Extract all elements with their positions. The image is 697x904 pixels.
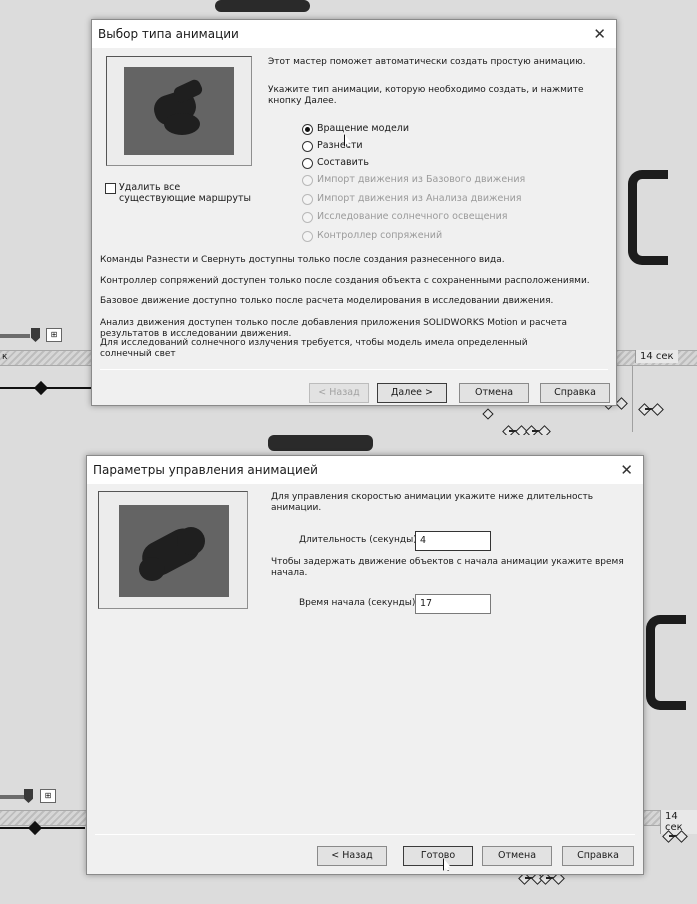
next-button[interactable]: Далее > [377,383,447,403]
timeline-gridline [632,366,633,432]
help-button[interactable]: Справка [540,383,610,403]
radio-rotate-model[interactable]: Вращение модели [302,122,409,136]
note-basic-motion: Базовое движение доступно только после р… [100,296,554,306]
finish-button[interactable]: Готово [403,846,473,866]
radio-label: Импорт движения из Анализа движения [317,193,522,204]
timeline-slider-knob[interactable] [24,789,33,803]
radio-import-basic-motion: Импорт движения из Базового движения [302,173,525,187]
cancel-button[interactable]: Отмена [482,846,552,866]
note-sun-study: Для исследований солнечного излучения тр… [100,338,528,359]
back-button[interactable]: < Назад [317,846,387,866]
animation-type-dialog: Выбор типа анимации ✕ Этот мастер поможе… [91,19,617,406]
radio-label: Исследование солнечного освещения [317,211,508,222]
note-motion-analysis: Анализ движения доступен только после до… [100,318,568,339]
intro-text: Этот мастер поможет автоматически создат… [268,57,586,67]
timeline-slider-track[interactable] [0,334,30,338]
time-label-14s: 14 сек [635,350,678,363]
preview-frame [98,491,248,609]
start-time-input[interactable]: 17 [415,594,491,614]
radio-button-disabled [302,211,313,223]
duration-input[interactable]: 4 [415,531,491,551]
part-lobe [177,527,205,555]
dialog-title-bar: Выбор типа анимации ✕ [92,20,616,48]
dialog-title-bar: Параметры управления анимацией ✕ [87,456,643,484]
model-handle-shape [628,170,668,265]
radio-explode[interactable]: Разнести [302,139,363,153]
start-time-label: Время начала (секунды): [299,598,419,608]
instruction-text: Укажите тип анимации, которую необходимо… [268,85,584,106]
model-part-silhouette [215,0,310,12]
timeline-slider-track[interactable] [0,795,24,799]
radio-button[interactable] [302,157,313,169]
model-part-silhouette [268,435,373,451]
close-icon[interactable]: ✕ [620,456,633,484]
radio-button-disabled [302,230,313,242]
radio-button[interactable] [302,140,313,152]
radio-label: Контроллер сопряжений [317,230,443,241]
timeline-track [0,827,85,829]
radio-mate-controller: Контроллер сопряжений [302,229,442,243]
radio-button-selected[interactable] [302,123,313,135]
model-preview-image [124,67,234,155]
radio-label: Составить [317,157,369,168]
timeline-slider-knob[interactable] [31,328,40,342]
delete-routes-checkbox[interactable]: Удалить все существующие маршруты [105,182,255,204]
close-icon[interactable]: ✕ [593,20,606,48]
back-button: < Назад [309,383,369,403]
checkbox-box[interactable] [105,183,116,194]
part-lobe [139,557,165,581]
timeline-key-diamond[interactable] [33,380,49,396]
note-explode: Команды Разнести и Свернуть доступны тол… [100,255,505,265]
keyframe-pair[interactable] [504,426,526,435]
dialog-separator [95,834,635,835]
radio-label: Импорт движения из Базового движения [317,174,526,185]
keyframe-pair[interactable] [664,831,686,841]
radio-label: Разнести [317,140,363,151]
ruler-label: к [2,352,8,362]
dialog-separator [100,369,608,370]
part-lobe [164,113,200,135]
preview-frame [106,56,252,166]
checkbox-label: Удалить все существующие маршруты [119,182,251,204]
zoom-field[interactable]: ⊞ [46,328,62,342]
radio-label: Вращение модели [317,123,410,134]
dialog-title: Параметры управления анимацией [93,463,318,477]
radio-button-disabled [302,193,313,205]
keyframe-pair[interactable] [527,426,549,435]
model-preview-image [119,505,229,597]
radio-button-disabled [302,174,313,186]
dialog-title: Выбор типа анимации [98,27,239,41]
keyframe-pair[interactable] [640,404,662,414]
cancel-button[interactable]: Отмена [459,383,529,403]
help-button[interactable]: Справка [562,846,634,866]
delay-hint: Чтобы задержать движение объектов с нача… [271,557,624,578]
duration-hint: Для управления скоростью анимации укажит… [271,492,594,513]
zoom-field[interactable]: ⊞ [40,789,56,803]
note-mate-controller: Контроллер сопряжений доступен только по… [100,276,590,286]
model-handle-shape [646,615,686,710]
keyframe[interactable] [482,408,494,420]
radio-sun-study: Исследование солнечного освещения [302,210,508,224]
duration-label: Длительность (секунды): [299,535,420,545]
radio-import-motion-analysis: Импорт движения из Анализа движения [302,192,522,206]
animation-control-dialog: Параметры управления анимацией ✕ Для упр… [86,455,644,875]
radio-collapse[interactable]: Составить [302,156,369,170]
